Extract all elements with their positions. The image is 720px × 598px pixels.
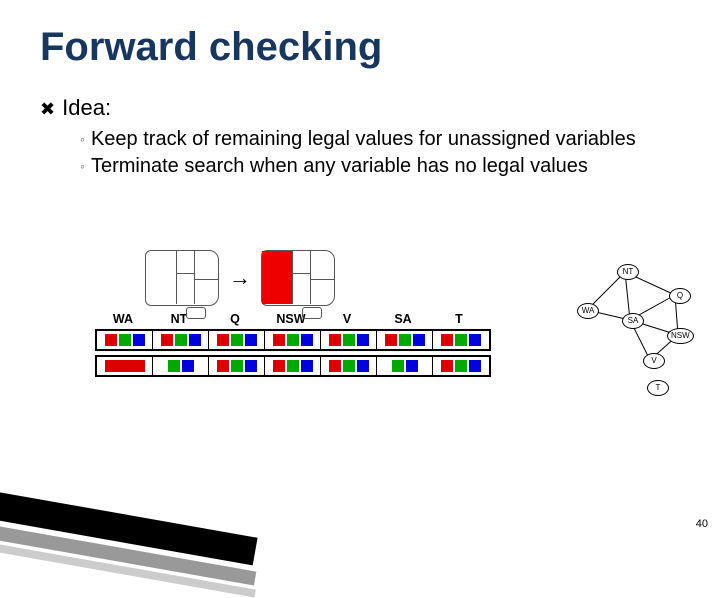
domain-cell [153,357,209,375]
graph-node: NSW [667,328,694,344]
color-square [441,360,453,372]
color-square [245,334,257,346]
domain-cell [209,357,265,375]
ring-icon: ◦ [80,158,85,174]
domain-cell [433,357,489,375]
sub-item: ◦ Keep track of remaining legal values fo… [80,127,680,152]
domain-row [95,355,491,377]
color-square [182,360,194,372]
domain-cell [209,331,265,349]
color-square [287,360,299,372]
content-area: ✖ Idea: ◦ Keep track of remaining legal v… [40,95,680,181]
graph-node: SA [622,313,644,329]
map-transition: → [145,250,491,306]
color-square [357,360,369,372]
color-square [119,334,131,346]
color-square [189,334,201,346]
graph-node: Q [669,288,691,304]
color-square [406,360,418,372]
col-header: SA [375,312,431,326]
graph-node: NT [617,264,639,280]
color-square [168,360,180,372]
col-header: T [431,312,487,326]
domain-cell [377,357,433,375]
color-square [441,334,453,346]
page-number: 40 [696,518,708,530]
color-square [343,360,355,372]
color-square [287,334,299,346]
domain-cell [265,357,321,375]
color-square [217,334,229,346]
domain-cell [97,331,153,349]
graph-node: V [643,353,665,369]
color-square [301,334,313,346]
color-square [357,334,369,346]
color-square [217,360,229,372]
sub-item: ◦ Terminate search when any variable has … [80,154,680,179]
color-square [413,334,425,346]
color-square [455,334,467,346]
domain-cell [433,331,489,349]
col-header: V [319,312,375,326]
color-square [385,334,397,346]
graph-node: WA [577,303,599,319]
subpoint-text: Keep track of remaining legal values for… [91,128,636,150]
domain-cell [377,331,433,349]
sub-list: ◦ Keep track of remaining legal values fo… [80,127,680,179]
color-square [329,360,341,372]
color-square [301,360,313,372]
color-square [133,334,145,346]
color-square [231,360,243,372]
color-square [469,334,481,346]
color-square [245,360,257,372]
subpoint-text: Terminate search when any variable has n… [91,155,588,177]
idea-label: Idea [62,95,105,120]
color-square [455,360,467,372]
domain-cell [321,331,377,349]
constraint-graph: NT Q WA SA NSW V T [575,260,695,400]
bullet-icon: ✖ [40,99,56,120]
color-square [231,334,243,346]
idea-colon: : [105,95,111,120]
color-square [343,334,355,346]
domain-cell [97,357,153,375]
color-square [273,360,285,372]
ring-icon: ◦ [80,131,85,147]
color-square [469,360,481,372]
color-square [392,360,404,372]
bullet-idea: ✖ Idea: [40,95,680,121]
decorative-bars [0,430,300,550]
color-square [161,334,173,346]
domain-table-figure: → WA NT Q NSW V SA T [95,250,491,381]
color-square [273,334,285,346]
arrow-icon: → [229,265,251,291]
domain-cell [321,357,377,375]
color-square [175,334,187,346]
domain-cell [265,331,321,349]
domain-rows [95,329,491,377]
color-square [105,334,117,346]
col-header: WA [95,312,151,326]
domain-row [95,329,491,351]
australia-map-after [261,250,335,306]
graph-node: T [647,380,669,396]
domain-cell [153,331,209,349]
color-square [105,360,145,372]
australia-map-before [145,250,219,306]
col-header: Q [207,312,263,326]
column-headers: WA NT Q NSW V SA T [95,312,491,326]
color-square [329,334,341,346]
slide-title: Forward checking [40,25,382,70]
color-square [399,334,411,346]
